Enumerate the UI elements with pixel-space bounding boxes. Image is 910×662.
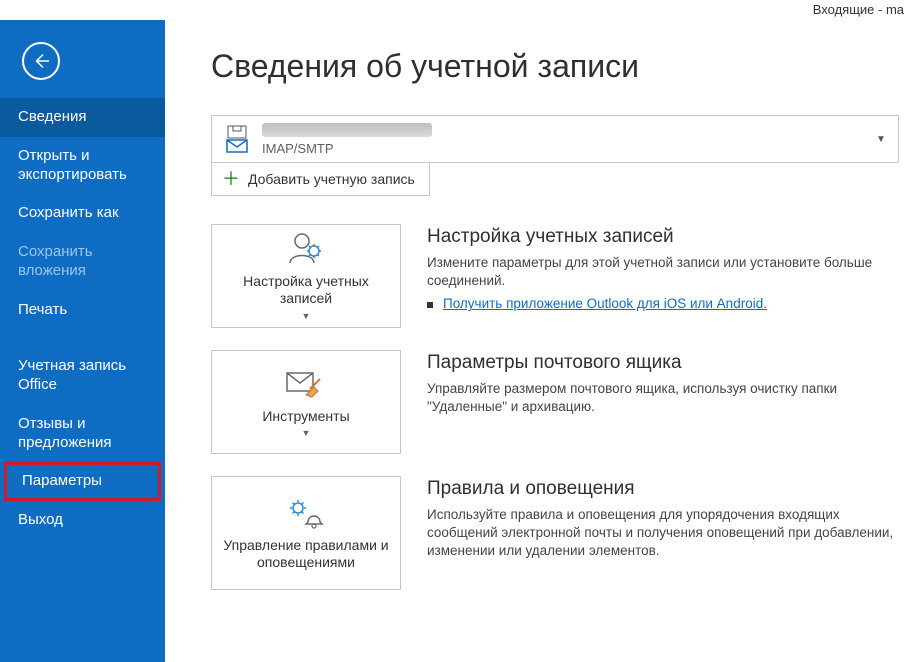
mail-icon (226, 139, 248, 153)
account-settings-button[interactable]: Настройка учетных записей ▼ (211, 224, 401, 328)
card-button-label: Управление правилами и оповещениями (222, 537, 390, 571)
main-content: Сведения об учетной записи IMAP/SMTP ▼ (165, 20, 910, 662)
nav-label: Отзывы и предложения (18, 415, 112, 451)
add-account-button[interactable]: ＋ Добавить учетную запись (211, 163, 430, 196)
account-icons (212, 116, 262, 162)
nav-label: Выход (18, 511, 63, 528)
add-account-label: Добавить учетную запись (248, 171, 415, 187)
outlook-mobile-link[interactable]: Получить приложение Outlook для iOS или … (443, 296, 767, 311)
nav-label: Сведения (18, 108, 87, 125)
nav-save-attachments: Сохранить вложения (0, 233, 165, 291)
nav-feedback[interactable]: Отзывы и предложения (0, 405, 165, 463)
nav-save-as[interactable]: Сохранить как (0, 194, 165, 233)
chevron-down-icon: ▼ (302, 311, 311, 321)
nav-exit[interactable]: Выход (0, 501, 165, 540)
nav-label: Сохранить вложения (18, 243, 93, 279)
disk-icon (227, 125, 247, 139)
account-name-redacted (262, 123, 432, 137)
rules-alerts-button[interactable]: Управление правилами и оповещениями (211, 476, 401, 590)
mailbox-broom-icon (284, 367, 328, 401)
user-gear-icon (286, 231, 326, 267)
nav-label: Открыть и экспортировать (18, 147, 127, 183)
nav-info[interactable]: Сведения (0, 98, 165, 137)
nav-print[interactable]: Печать (0, 291, 165, 330)
account-type: IMAP/SMTP (262, 141, 864, 156)
card-text: Измените параметры для этой учетной запи… (427, 254, 896, 290)
nav-office-account[interactable]: Учетная запись Office (0, 347, 165, 405)
account-selector[interactable]: IMAP/SMTP ▼ (211, 115, 899, 163)
chevron-down-icon: ▼ (302, 428, 311, 438)
card-title: Настройка учетных записей (427, 226, 896, 248)
card-title: Правила и оповещения (427, 478, 896, 500)
account-dropdown-trigger[interactable]: ▼ (864, 116, 898, 162)
page-title: Сведения об учетной записи (211, 48, 900, 85)
back-button[interactable] (22, 42, 60, 80)
nav-label: Учетная запись Office (18, 357, 126, 393)
bullet-icon (427, 302, 433, 308)
card-text: Управляйте размером почтового ящика, исп… (427, 380, 896, 416)
nav-label: Параметры (22, 472, 102, 489)
nav-label: Печать (18, 301, 67, 318)
chevron-down-icon: ▼ (876, 134, 886, 145)
arrow-left-icon (32, 52, 50, 70)
window-title: Входящие - ma (0, 0, 910, 20)
tools-button[interactable]: Инструменты ▼ (211, 350, 401, 454)
plus-icon: ＋ (222, 170, 240, 188)
card-button-label: Настройка учетных записей (222, 273, 390, 307)
card-text: Используйте правила и оповещения для упо… (427, 506, 896, 561)
nav-label: Сохранить как (18, 204, 119, 221)
card-title: Параметры почтового ящика (427, 352, 896, 374)
nav-options[interactable]: Параметры (4, 462, 161, 501)
nav-open-export[interactable]: Открыть и экспортировать (0, 137, 165, 195)
backstage-sidebar: Сведения Открыть и экспортировать Сохран… (0, 20, 165, 662)
card-button-label: Инструменты (262, 408, 349, 425)
gear-bell-icon (284, 496, 328, 530)
